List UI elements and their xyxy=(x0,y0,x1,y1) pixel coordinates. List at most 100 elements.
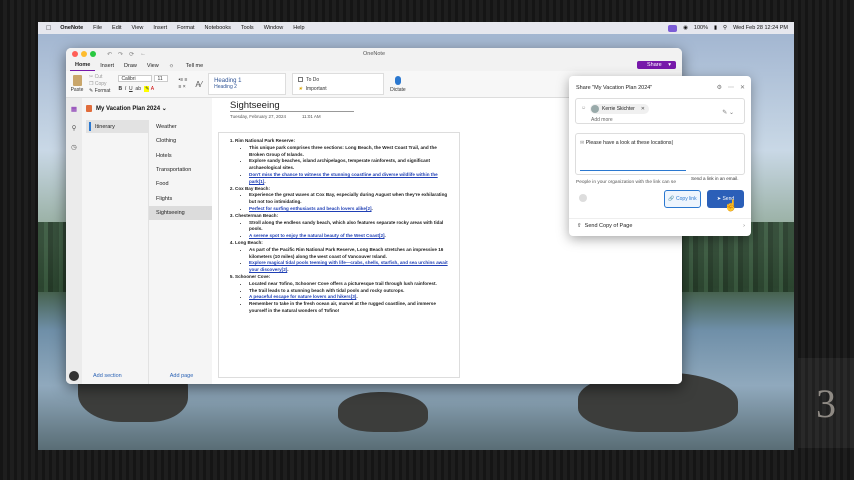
note-container[interactable]: Rim National Park Reserve:This unique pa… xyxy=(218,132,460,378)
tag-important[interactable]: ★ Important xyxy=(298,86,383,92)
more-options-icon[interactable]: ⋯ xyxy=(728,84,734,91)
reference-link[interactable]: Perfect for surfing enthusiasts and beac… xyxy=(249,206,372,211)
menu-window[interactable]: Window xyxy=(264,25,284,31)
font-size-select[interactable]: 11 xyxy=(154,75,169,82)
detail-bullet[interactable]: A peaceful escape for nature lovers and … xyxy=(249,294,453,301)
settings-icon[interactable]: ⚙ xyxy=(717,84,722,91)
detail-bullet[interactable]: Explore sandy beaches, island archipelag… xyxy=(249,158,453,172)
reference-link[interactable]: Explore magical tidal pools teeming with… xyxy=(249,260,448,272)
dictate-button[interactable]: Dictate xyxy=(390,75,406,93)
detail-bullet[interactable]: Remember to take in the fresh ocean air,… xyxy=(249,301,453,315)
italic-button[interactable]: I xyxy=(125,86,126,92)
format-painter-button[interactable]: ✎ Format xyxy=(89,88,110,95)
edit-permission-icon[interactable]: ✎ ⌄ xyxy=(722,109,734,116)
tell-me-search[interactable]: Tell me xyxy=(181,63,208,71)
styles-icon[interactable]: A⁄ xyxy=(195,80,202,88)
menu-app[interactable]: OneNote xyxy=(60,25,83,31)
detail-bullet[interactable]: Stroll along the endless sandy beach, wh… xyxy=(249,220,453,234)
back-icon[interactable]: ← xyxy=(140,51,146,58)
location-item[interactable]: Rim National Park Reserve:This unique pa… xyxy=(235,138,453,186)
location-item[interactable]: Schooner Cove:Located near Tofino, Schoo… xyxy=(235,274,453,315)
detail-bullet[interactable]: This unique park comprises three section… xyxy=(249,145,453,159)
page-item-hotels[interactable]: Hotels xyxy=(149,149,212,163)
page-item-food[interactable]: Food xyxy=(149,177,212,191)
redo-icon[interactable]: ↷ xyxy=(118,51,123,58)
notebook-selector[interactable]: My Vacation Plan 2024 ⌄ xyxy=(86,105,167,112)
page-title[interactable]: Sightseeing xyxy=(230,100,280,111)
zoom-window-button[interactable] xyxy=(90,51,96,57)
page-item-flights[interactable]: Flights xyxy=(149,191,212,205)
menu-notebooks[interactable]: Notebooks xyxy=(205,25,231,31)
location-item[interactable]: Long Beach:As part of the Pacific Rim Na… xyxy=(235,240,453,274)
menu-format[interactable]: Format xyxy=(177,25,194,31)
status-app-icon[interactable] xyxy=(668,24,678,32)
tab-view[interactable]: View xyxy=(142,63,164,71)
minimize-window-button[interactable] xyxy=(81,51,87,57)
add-more-input[interactable]: Add more xyxy=(591,117,613,123)
copy-button[interactable]: ❐ Copy xyxy=(89,81,110,88)
recent-icon[interactable]: ◷ xyxy=(71,143,77,151)
detail-bullet[interactable]: Explore magical tidal pools teeming with… xyxy=(249,260,453,274)
underline-button[interactable]: U xyxy=(129,86,133,92)
paste-button[interactable]: Paste xyxy=(70,75,84,93)
link-toggle[interactable] xyxy=(579,194,587,202)
strikethrough-button[interactable]: ab xyxy=(135,86,141,92)
share-button[interactable]: Share ▾ xyxy=(637,61,676,69)
message-field[interactable]: ✉ Please have a look at these locations| xyxy=(575,133,745,175)
tab-home[interactable]: Home xyxy=(70,62,96,71)
highlight-button[interactable]: ✎ xyxy=(143,86,150,92)
bullets-button[interactable]: •≡ ≡ xyxy=(178,77,187,84)
detail-bullet[interactable]: Perfect for surfing enthusiasts and beac… xyxy=(249,206,453,213)
style-heading-2[interactable]: Heading 2 xyxy=(214,84,285,90)
battery-icon[interactable]: ▮ xyxy=(714,25,717,31)
remove-recipient-icon[interactable]: ✕ xyxy=(641,106,645,112)
add-section-button[interactable]: Add section xyxy=(93,373,122,379)
location-item[interactable]: Chesterman Beach:Stroll along the endles… xyxy=(235,213,453,240)
notebooks-icon[interactable]: ▦ xyxy=(71,105,77,113)
align-button[interactable]: ≡ × xyxy=(178,84,187,91)
menu-edit[interactable]: Edit xyxy=(112,25,121,31)
apple-icon[interactable]:  xyxy=(46,25,51,32)
add-page-button[interactable]: Add page xyxy=(170,373,194,379)
clock[interactable]: Wed Feb 28 12:24 PM xyxy=(733,25,788,31)
detail-bullet[interactable]: Experience the great waves at Cox Bay, e… xyxy=(249,192,453,206)
search-icon[interactable]: ⚲ xyxy=(72,124,77,132)
menu-help[interactable]: Help xyxy=(293,25,304,31)
reference-link[interactable]: A serene spot to enjoy the natural beaut… xyxy=(249,233,385,238)
sync-icon[interactable]: ⟳ xyxy=(129,51,134,58)
reference-link[interactable]: Don't miss the chance to witness the stu… xyxy=(249,172,438,184)
menu-view[interactable]: View xyxy=(132,25,144,31)
location-item[interactable]: Cox Bay Beach:Experience the great waves… xyxy=(235,186,453,213)
wifi-icon[interactable]: ◉ xyxy=(683,25,688,31)
close-window-button[interactable] xyxy=(72,51,78,57)
menu-file[interactable]: File xyxy=(93,25,102,31)
detail-bullet[interactable]: As part of the Pacific Rim National Park… xyxy=(249,247,453,261)
detail-bullet[interactable]: Don't miss the chance to witness the stu… xyxy=(249,172,453,186)
tags-gallery[interactable]: To Do ★ Important xyxy=(292,73,385,95)
page-item-weather[interactable]: Weather xyxy=(149,120,212,134)
tab-insert[interactable]: Insert xyxy=(95,63,119,71)
section-item[interactable]: Itinerary xyxy=(86,120,148,133)
detail-bullet[interactable]: A serene spot to enjoy the natural beaut… xyxy=(249,233,453,240)
link-settings-text[interactable]: People in your organization with the lin… xyxy=(576,180,676,185)
detail-bullet[interactable]: Located near Tofino, Schooner Cove offer… xyxy=(249,281,453,288)
styles-gallery[interactable]: Heading 1 Heading 2 xyxy=(208,73,287,95)
menu-insert[interactable]: Insert xyxy=(153,25,167,31)
page-item-sightseeing[interactable]: Sightseeing xyxy=(149,205,212,221)
close-icon[interactable]: ✕ xyxy=(740,84,745,91)
font-color-button[interactable]: A xyxy=(151,86,154,92)
search-icon[interactable]: ⚲ xyxy=(723,25,727,31)
page-item-clothing[interactable]: Clothing xyxy=(149,134,212,148)
bold-button[interactable]: B xyxy=(118,86,122,92)
recipient-chip[interactable]: Kerrie Skichter ✕ xyxy=(590,104,649,114)
undo-icon[interactable]: ↶ xyxy=(107,51,112,58)
avatar[interactable] xyxy=(69,371,79,381)
copy-link-button[interactable]: 🔗 Copy link xyxy=(664,190,701,208)
tag-todo[interactable]: To Do xyxy=(298,77,383,83)
send-copy-of-page-row[interactable]: ⇧ Send Copy of Page xyxy=(577,223,632,229)
font-select[interactable]: Calibri xyxy=(118,75,153,82)
menu-tools[interactable]: Tools xyxy=(241,25,254,31)
recipients-field[interactable]: ☺ Kerrie Skichter ✕ Add more ✎ ⌄ xyxy=(575,98,745,124)
cut-button[interactable]: ✂ Cut xyxy=(89,74,110,81)
reference-link[interactable]: A peaceful escape for nature lovers and … xyxy=(249,294,356,299)
